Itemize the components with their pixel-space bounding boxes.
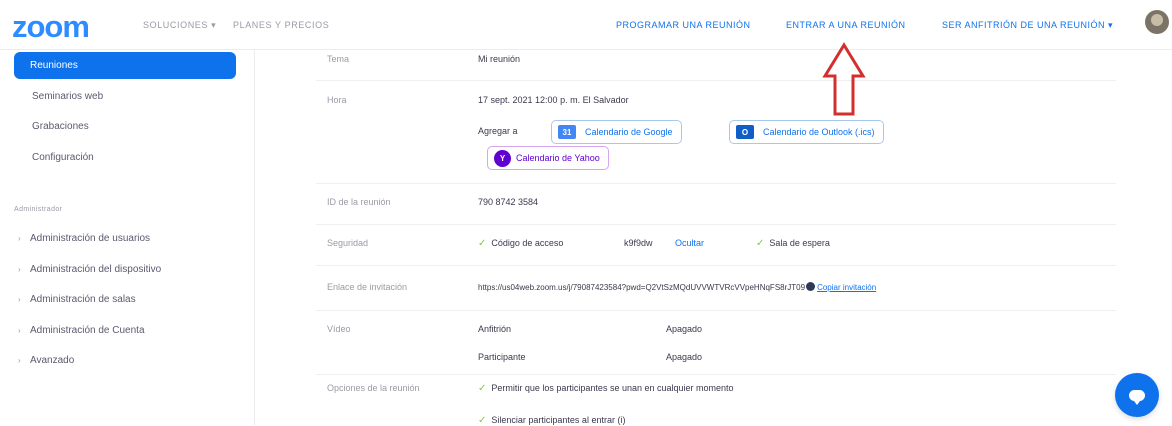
meeting-id-label: ID de la reunión	[327, 197, 391, 207]
passcode-label: Código de acceso	[491, 238, 564, 248]
video-label: Vídeo	[327, 324, 351, 334]
sidebar-item-label: Administración de usuarios	[30, 233, 151, 244]
sidebar-item-label: Administración de salas	[30, 294, 136, 305]
chat-bubble-icon	[1129, 389, 1145, 405]
outlook-calendar-icon: O	[736, 125, 754, 139]
divider	[316, 183, 1116, 184]
chat-support-button[interactable]	[1115, 373, 1159, 417]
check-icon: ✓	[478, 383, 487, 394]
divider	[316, 80, 1116, 81]
chevron-right-icon: ›	[18, 265, 21, 274]
sidebar-item-seminarios-web[interactable]: Seminarios web	[32, 91, 103, 102]
security-waiting-room: ✓ Sala de espera	[756, 238, 830, 249]
sidebar-item-label: Administración del dispositivo	[30, 264, 162, 275]
option-label: Silenciar participantes al entrar (i)	[491, 415, 626, 425]
sidebar-item-admin-usuarios[interactable]: › Administración de usuarios	[18, 233, 150, 244]
red-arrow-annotation	[822, 42, 866, 116]
yahoo-calendar-icon: Y	[494, 149, 511, 167]
zoom-logo[interactable]: zoom	[12, 9, 90, 45]
video-host-value: Apagado	[666, 324, 703, 334]
divider	[316, 265, 1116, 266]
divider	[316, 224, 1116, 225]
topic-value: Mi reunión	[478, 54, 521, 64]
nav-soluciones[interactable]: SOLUCIONES ▾	[143, 20, 216, 31]
option-item: ✓ Permitir que los participantes se unan …	[478, 383, 734, 394]
nav-programar-reunion[interactable]: PROGRAMAR UNA REUNIÓN	[616, 20, 751, 30]
invite-link-label: Enlace de invitación	[327, 282, 408, 292]
sidebar-section-title: Administrador	[14, 206, 63, 213]
topic-label: Tema	[327, 54, 350, 64]
sidebar: Reuniones Seminarios web Grabaciones Con…	[0, 50, 255, 425]
hide-passcode-link[interactable]: Ocultar	[675, 238, 704, 248]
check-icon: ✓	[478, 415, 487, 426]
security-label: Seguridad	[327, 238, 369, 248]
option-label: Permitir que los participantes se unan e…	[491, 383, 734, 393]
meeting-details: Tema Mi reunión Hora 17 sept. 2021 12:00…	[256, 50, 1172, 426]
video-participant-value: Apagado	[666, 352, 703, 362]
sidebar-item-label: Avanzado	[30, 355, 75, 366]
security-passcode: ✓ Código de acceso	[478, 238, 563, 249]
sidebar-item-label: Administración de Cuenta	[30, 325, 145, 336]
sidebar-item-admin-salas[interactable]: › Administración de salas	[18, 294, 136, 305]
chevron-right-icon: ›	[18, 234, 21, 243]
divider	[316, 310, 1116, 311]
waiting-room-label: Sala de espera	[769, 238, 830, 248]
yahoo-calendar-label: Calendario de Yahoo	[516, 153, 600, 163]
sidebar-item-reuniones[interactable]: Reuniones	[14, 52, 236, 79]
sidebar-item-label: Reuniones	[30, 60, 78, 71]
chevron-right-icon: ›	[18, 356, 21, 365]
invite-link-row: https://us04web.zoom.us/j/79087423584?pw…	[478, 282, 876, 292]
chevron-right-icon: ›	[18, 326, 21, 335]
outlook-calendar-label: Calendario de Outlook (.ics)	[763, 127, 875, 137]
google-calendar-button[interactable]: 31 Calendario de Google	[551, 120, 682, 144]
top-navigation-bar: zoom SOLUCIONES ▾ PLANES Y PRECIOS PROGR…	[0, 0, 1172, 50]
time-label: Hora	[327, 95, 347, 105]
option-item: ✓ Silenciar participantes al entrar (i)	[478, 415, 625, 426]
video-host-label: Anfitrión	[478, 324, 512, 334]
time-value: 17 sept. 2021 12:00 p. m. El Salvador	[478, 95, 629, 105]
divider	[316, 374, 1116, 375]
meeting-id-value: 790 8742 3584	[478, 197, 539, 207]
video-participant-label: Participante	[478, 352, 526, 362]
add-to-calendar-label: Agregar a	[478, 126, 518, 136]
options-label: Opciones de la reunión	[327, 383, 420, 393]
copy-icon[interactable]	[806, 282, 816, 291]
chevron-right-icon: ›	[18, 295, 21, 304]
check-icon: ✓	[756, 238, 765, 249]
outlook-calendar-button[interactable]: O Calendario de Outlook (.ics)	[729, 120, 884, 144]
check-icon: ✓	[478, 238, 487, 249]
passcode-value: k9f9dw	[624, 238, 653, 248]
sidebar-item-grabaciones[interactable]: Grabaciones	[32, 121, 89, 132]
google-calendar-label: Calendario de Google	[585, 127, 673, 137]
copy-invitation-link[interactable]: Copiar invitación	[817, 283, 876, 292]
sidebar-item-admin-dispositivo[interactable]: › Administración del dispositivo	[18, 264, 161, 275]
invite-link-url[interactable]: https://us04web.zoom.us/j/79087423584?pw…	[478, 283, 805, 292]
sidebar-item-admin-cuenta[interactable]: › Administración de Cuenta	[18, 325, 145, 336]
sidebar-item-configuracion[interactable]: Configuración	[32, 152, 94, 163]
nav-entrar-reunion[interactable]: ENTRAR A UNA REUNIÓN	[786, 20, 906, 30]
yahoo-calendar-button[interactable]: Y Calendario de Yahoo	[487, 146, 609, 170]
nav-planes-precios[interactable]: PLANES Y PRECIOS	[233, 20, 329, 30]
nav-ser-anfitrion[interactable]: SER ANFITRIÓN DE UNA REUNIÓN ▾	[942, 20, 1113, 31]
user-avatar-icon[interactable]	[1145, 10, 1169, 34]
sidebar-item-avanzado[interactable]: › Avanzado	[18, 355, 74, 366]
google-calendar-icon: 31	[558, 125, 576, 139]
